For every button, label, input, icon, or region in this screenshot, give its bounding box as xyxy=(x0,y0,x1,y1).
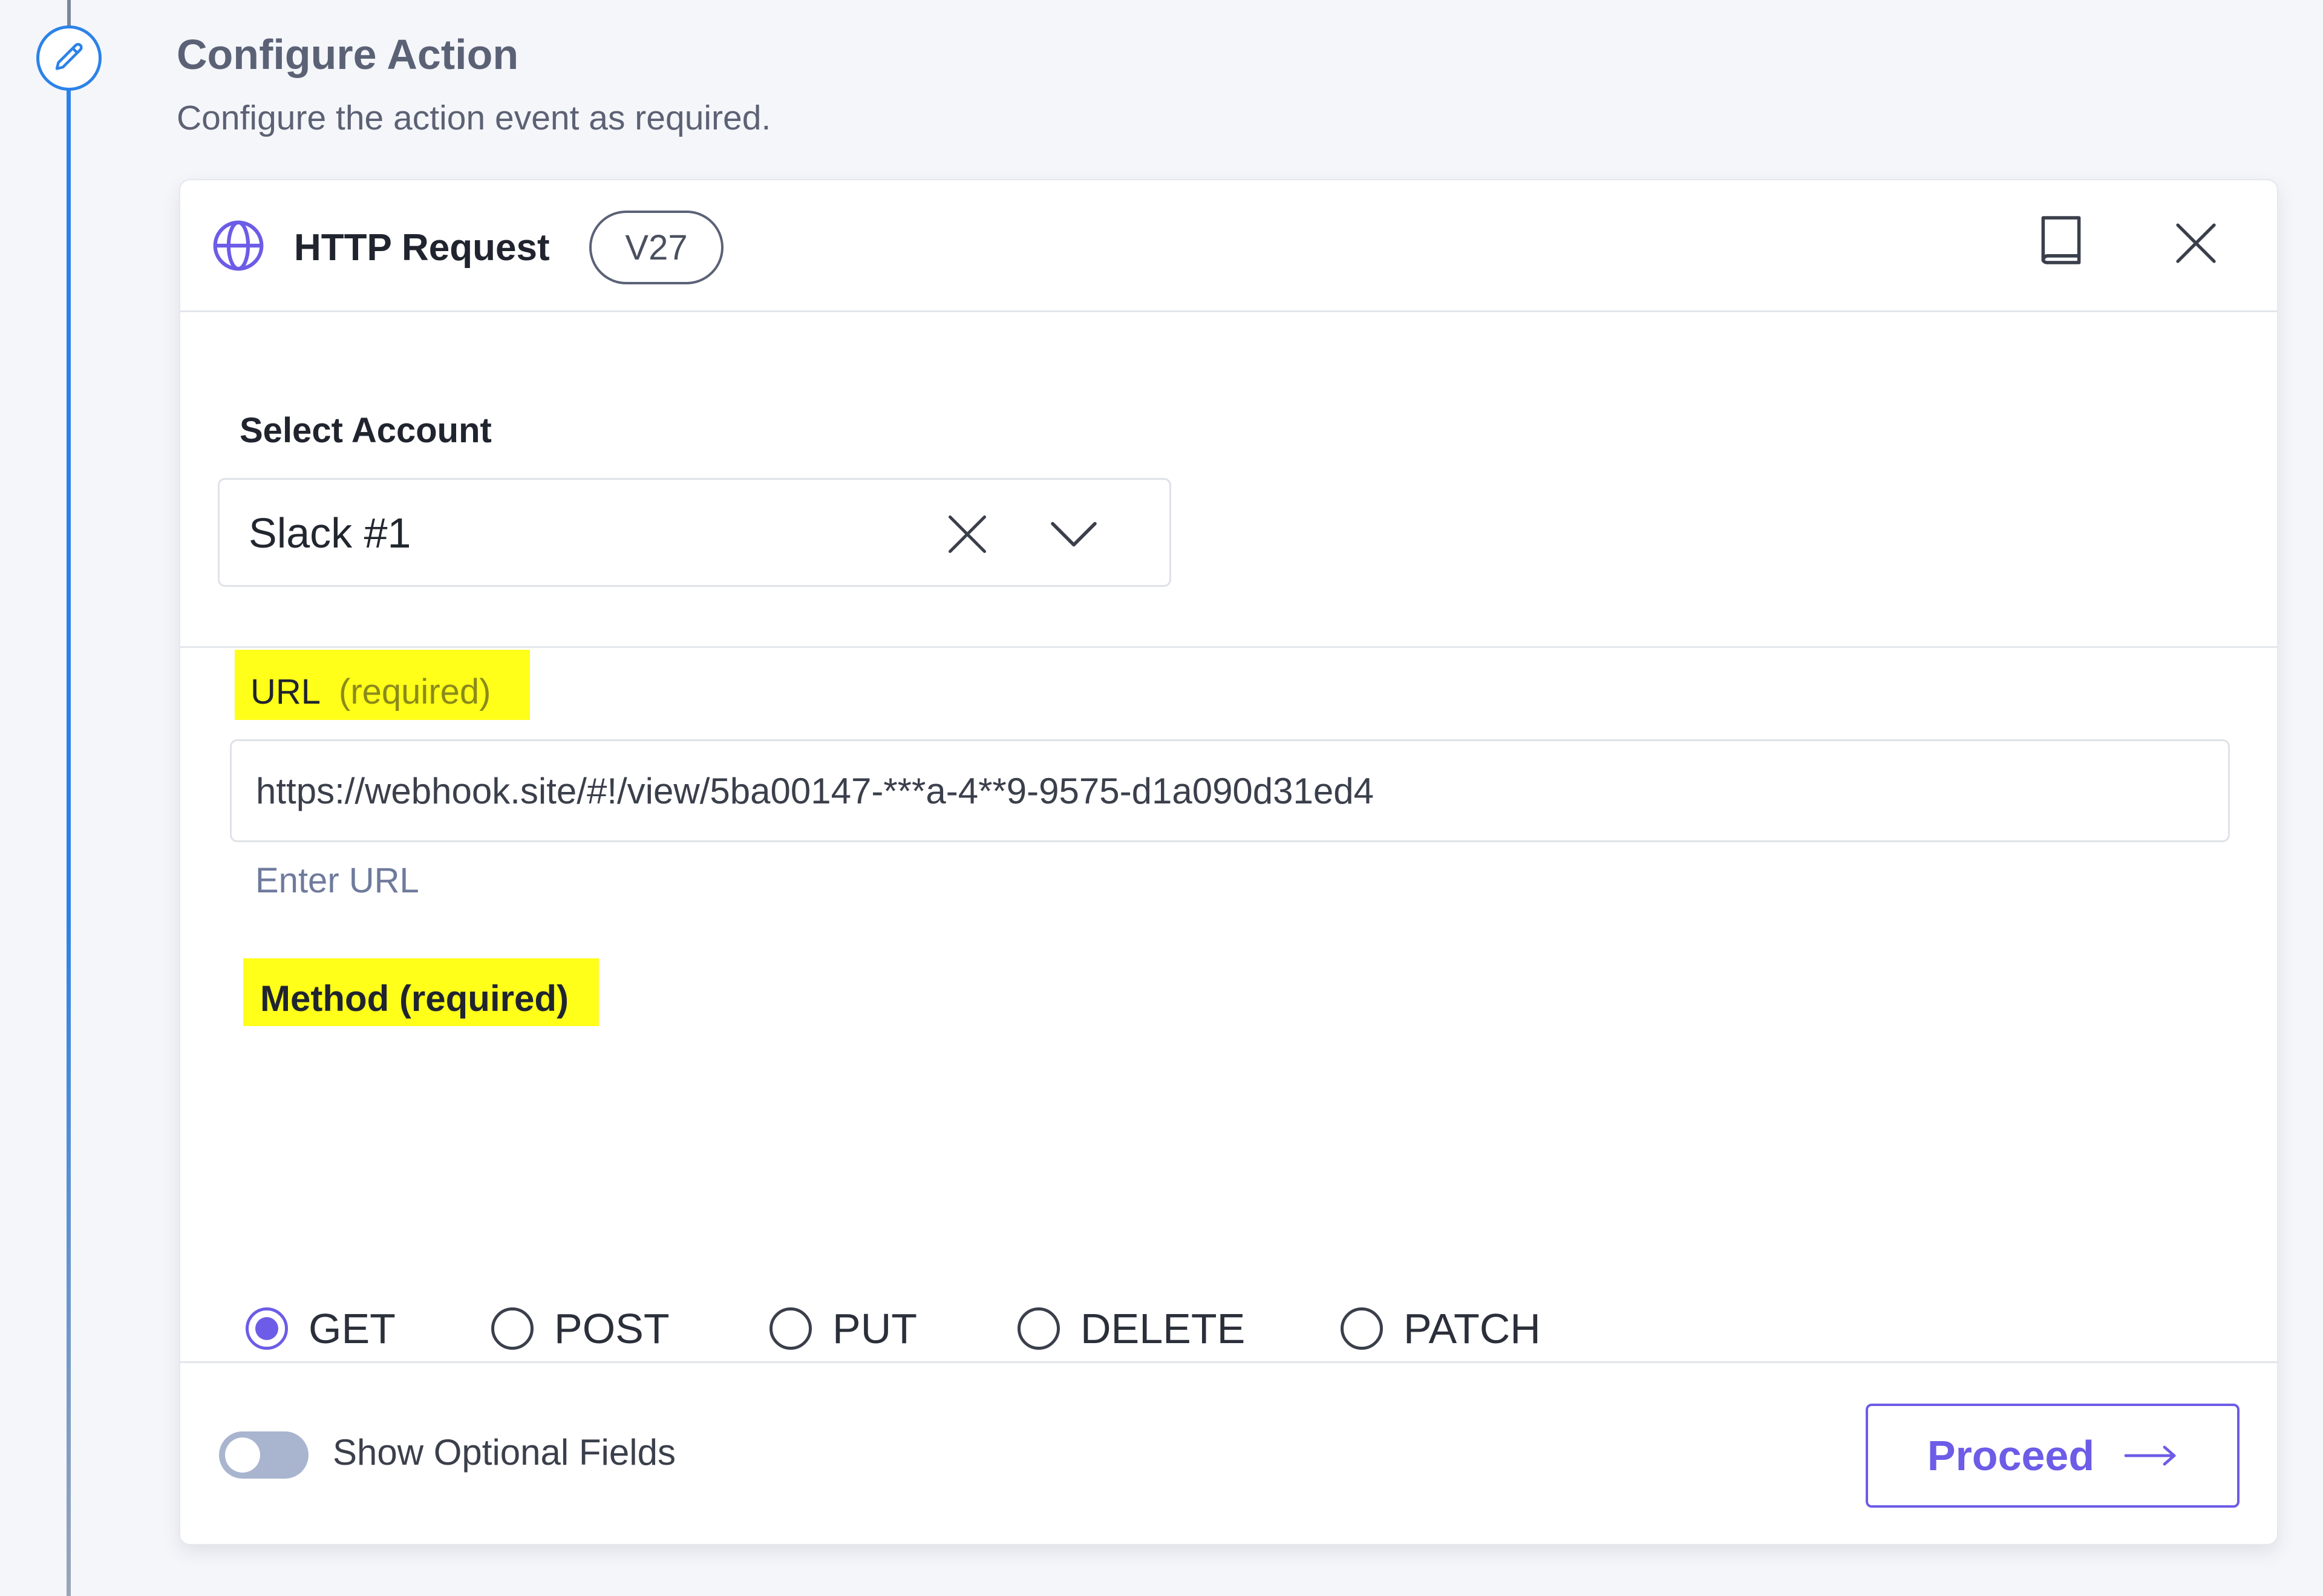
method-option-label: DELETE xyxy=(1080,1305,1246,1352)
method-option-put[interactable]: PUT xyxy=(769,1292,917,1365)
section-subtitle: Configure the action event as required. xyxy=(177,99,771,137)
account-select[interactable]: Slack #1 xyxy=(218,478,1171,587)
globe-icon xyxy=(213,220,264,271)
method-label: Method (required) xyxy=(260,978,569,1019)
method-option-post[interactable]: POST xyxy=(491,1292,670,1365)
url-label-text: URL xyxy=(250,672,321,711)
radio-button[interactable] xyxy=(491,1307,534,1350)
method-option-label: PATCH xyxy=(1403,1305,1541,1352)
proceed-button[interactable]: Proceed xyxy=(1866,1404,2240,1508)
method-option-get[interactable]: GET xyxy=(246,1292,396,1365)
method-radio-group: GET POST PUT DELETE PATCH xyxy=(180,1292,2277,1365)
card-header: HTTP Request V27 xyxy=(180,180,2277,312)
url-required-tag: (required) xyxy=(339,672,491,711)
method-option-patch[interactable]: PATCH xyxy=(1341,1292,1541,1365)
chevron-down-icon[interactable] xyxy=(1048,515,1099,554)
account-value: Slack #1 xyxy=(249,509,411,557)
timeline-progress xyxy=(67,77,71,1596)
proceed-label: Proceed xyxy=(1927,1432,2095,1479)
radio-button[interactable] xyxy=(1018,1307,1060,1350)
radio-button[interactable] xyxy=(769,1307,812,1350)
action-card: HTTP Request V27 Select Account Slack #1… xyxy=(179,179,2278,1545)
footer-divider xyxy=(180,1361,2277,1363)
optional-fields-label: Show Optional Fields xyxy=(333,1432,676,1473)
url-input[interactable] xyxy=(230,739,2230,842)
radio-button[interactable] xyxy=(1341,1307,1383,1350)
arrow-right-icon xyxy=(2124,1445,2176,1466)
version-badge[interactable]: V27 xyxy=(589,211,724,284)
url-hint: Enter URL xyxy=(255,861,419,900)
step-edit-button[interactable] xyxy=(36,25,102,91)
method-option-label: POST xyxy=(554,1305,670,1352)
close-icon[interactable] xyxy=(2172,219,2220,267)
toggle-knob xyxy=(225,1437,260,1473)
account-label: Select Account xyxy=(240,411,492,450)
method-option-label: GET xyxy=(309,1305,396,1352)
clear-selection-icon[interactable] xyxy=(944,511,990,557)
pencil-icon xyxy=(55,42,83,70)
method-option-label: PUT xyxy=(832,1305,917,1352)
section-title: Configure Action xyxy=(177,31,519,78)
divider xyxy=(180,646,2277,648)
book-icon[interactable] xyxy=(2039,215,2083,265)
url-label: URL (required) xyxy=(250,672,491,712)
app-name: HTTP Request xyxy=(294,227,550,269)
radio-button[interactable] xyxy=(246,1307,288,1350)
method-option-delete[interactable]: DELETE xyxy=(1018,1292,1245,1365)
optional-fields-toggle[interactable] xyxy=(219,1431,309,1479)
